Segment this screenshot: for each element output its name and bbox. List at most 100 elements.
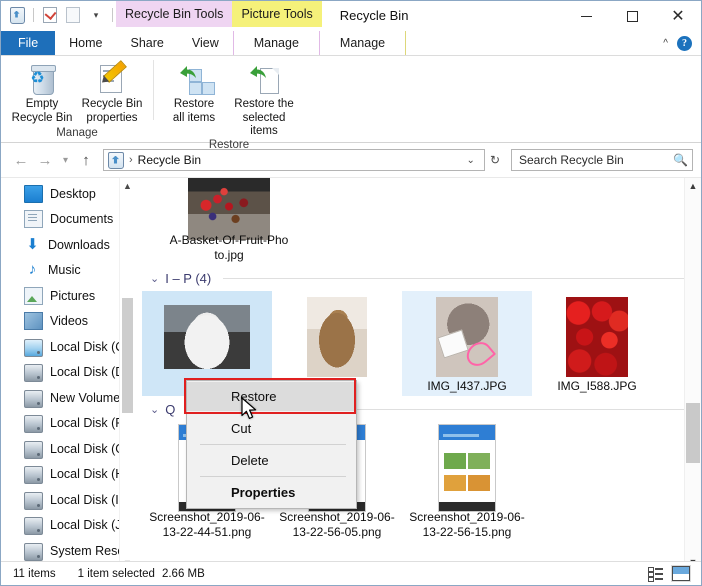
context-menu-item-cut[interactable]: Cut bbox=[187, 414, 356, 443]
drive-icon bbox=[24, 491, 43, 510]
recycle-bin-icon: ♻ bbox=[29, 62, 56, 96]
minimize-button[interactable] bbox=[563, 1, 609, 31]
scrollbar-thumb[interactable] bbox=[122, 298, 133, 413]
ribbon-group-manage: ♻ Empty Recycle Bin Recycle Bin properti… bbox=[1, 56, 153, 142]
sidebar-item-local-disk-f[interactable]: Local Disk (F:) bbox=[1, 411, 135, 437]
sidebar-item-local-disk-c[interactable]: Local Disk (C:) bbox=[1, 334, 135, 360]
sidebar-item-videos[interactable]: Videos bbox=[1, 309, 135, 335]
drive-icon bbox=[24, 466, 43, 485]
sidebar-item-downloads[interactable]: ⬇ Downloads bbox=[1, 232, 135, 258]
details-view-button[interactable] bbox=[645, 565, 665, 582]
file-name: IMG_I437.JPG bbox=[427, 379, 507, 393]
ribbon-group-title: Manage bbox=[56, 127, 98, 139]
file-list-view[interactable]: A-Basket-Of-Fruit-Photo.jpg ⌄ I – P (4) bbox=[136, 178, 701, 570]
scroll-up-icon[interactable]: ▲ bbox=[685, 178, 701, 194]
restore-selected-items-button[interactable]: Restore the selected items bbox=[229, 60, 299, 139]
sidebar-item-local-disk-g[interactable]: Local Disk (G:) bbox=[1, 436, 135, 462]
chevron-down-icon[interactable]: ⌄ bbox=[150, 403, 159, 416]
tab-manage-picture[interactable]: Manage bbox=[319, 31, 407, 55]
sidebar-item-local-disk-i[interactable]: Local Disk (I:) bbox=[1, 487, 135, 513]
sidebar-item-desktop[interactable]: Desktop bbox=[1, 181, 135, 207]
chevron-down-icon[interactable]: ▾ bbox=[86, 5, 106, 25]
refresh-icon[interactable]: ↻ bbox=[485, 153, 505, 167]
recycle-bin-icon[interactable] bbox=[7, 5, 27, 25]
ribbon-tab-strip: File Home Share View Manage Manage ^ ? bbox=[1, 31, 701, 56]
breadcrumb-current[interactable]: Recycle Bin bbox=[138, 153, 460, 167]
address-bar: ← → ▾ ↑ › Recycle Bin ⌄ ↻ Search Recycle… bbox=[1, 143, 701, 178]
tab-file[interactable]: File bbox=[1, 31, 56, 55]
restore-all-items-button[interactable]: Restore all items bbox=[159, 60, 229, 125]
up-button[interactable]: ↑ bbox=[74, 148, 98, 172]
downloads-icon: ⬇ bbox=[26, 235, 39, 253]
image-thumbnail-strawberries bbox=[566, 297, 628, 377]
tab-home[interactable]: Home bbox=[55, 31, 116, 55]
group-header-label: Q bbox=[165, 401, 176, 417]
thumbnails-view-button[interactable] bbox=[671, 565, 691, 582]
group-header-i-p[interactable]: ⌄ I – P (4) bbox=[136, 265, 701, 291]
mouse-cursor bbox=[241, 397, 258, 424]
properties-icon[interactable] bbox=[40, 5, 60, 25]
button-label-line1: Restore bbox=[173, 98, 215, 110]
context-menu[interactable]: Restore Cut Delete Properties bbox=[186, 380, 357, 509]
list-item[interactable]: Screenshot_2019-06-13-22-56-15.png bbox=[402, 422, 532, 542]
sidebar-item-pictures[interactable]: Pictures bbox=[1, 283, 135, 309]
context-menu-item-restore[interactable]: Restore bbox=[187, 382, 356, 411]
recent-locations-button[interactable]: ▾ bbox=[57, 148, 74, 172]
drive-icon bbox=[24, 542, 43, 561]
context-menu-item-delete[interactable]: Delete bbox=[187, 446, 356, 475]
properties-icon bbox=[98, 60, 127, 96]
sidebar-item-label: Downloads bbox=[48, 237, 110, 252]
sidebar-item-music[interactable]: ♪ Music bbox=[1, 258, 135, 284]
restore-all-icon bbox=[178, 62, 215, 96]
forward-button[interactable]: → bbox=[33, 148, 57, 172]
maximize-button[interactable] bbox=[609, 1, 655, 31]
list-item[interactable]: IMG_I588.JPG bbox=[532, 291, 662, 396]
close-button[interactable]: ✕ bbox=[655, 1, 701, 31]
sidebar-item-local-disk-d[interactable]: Local Disk (D:) bbox=[1, 360, 135, 386]
main-body: Desktop Documents ⬇ Downloads ♪ Music Pict… bbox=[1, 178, 701, 570]
sidebar-item-documents[interactable]: Documents bbox=[1, 207, 135, 233]
drive-icon bbox=[24, 415, 43, 434]
ribbon-right-controls: ^ ? bbox=[663, 31, 701, 55]
drive-icon bbox=[24, 389, 43, 408]
collapse-ribbon-icon[interactable]: ^ bbox=[663, 38, 668, 49]
tab-share[interactable]: Share bbox=[117, 31, 178, 55]
empty-recycle-bin-button[interactable]: ♻ Empty Recycle Bin bbox=[7, 60, 77, 125]
file-name: Screenshot_2019-06-13-22-56-15.png bbox=[409, 510, 525, 539]
quick-access-toolbar: ▾ bbox=[1, 1, 116, 29]
tab-manage-recycle-bin[interactable]: Manage bbox=[232, 31, 320, 55]
sidebar-item-local-disk-h[interactable]: Local Disk (H:) bbox=[1, 462, 135, 488]
page-icon[interactable] bbox=[63, 5, 83, 25]
chevron-down-icon[interactable]: ⌄ bbox=[150, 272, 159, 285]
contextual-tab-recycle-bin-tools: Recycle Bin Tools bbox=[116, 1, 233, 27]
file-name: IMG_I588.JPG bbox=[557, 379, 637, 393]
navigation-pane: Desktop Documents ⬇ Downloads ♪ Music Pict… bbox=[1, 178, 136, 570]
search-input[interactable]: Search Recycle Bin 🔍 bbox=[511, 149, 693, 171]
navigation-scrollbar[interactable]: ▲ ▼ bbox=[119, 178, 135, 570]
help-icon[interactable]: ? bbox=[677, 35, 692, 51]
button-label-line2: Recycle Bin bbox=[11, 111, 73, 124]
scroll-up-icon[interactable]: ▲ bbox=[120, 178, 135, 193]
back-button[interactable]: ← bbox=[9, 148, 33, 172]
title-bar: ▾ Recycle Bin Tools Picture Tools Recycl… bbox=[1, 1, 701, 31]
scrollbar-thumb[interactable] bbox=[686, 403, 700, 463]
tab-view[interactable]: View bbox=[178, 31, 233, 55]
content-scrollbar[interactable]: ▲ ▼ bbox=[684, 178, 701, 570]
divider bbox=[112, 8, 113, 22]
list-item[interactable]: A-Basket-Of-Fruit-Photo.jpg bbox=[164, 178, 294, 265]
list-item[interactable]: IMG_I437.JPG bbox=[402, 291, 532, 396]
sidebar-item-local-disk-j[interactable]: Local Disk (J:) bbox=[1, 513, 135, 539]
recycle-bin-properties-button[interactable]: Recycle Bin properties bbox=[77, 60, 147, 125]
status-selected-size: 2.66 MB bbox=[161, 567, 205, 580]
drive-icon bbox=[24, 440, 43, 459]
sidebar-item-new-volume-e[interactable]: New Volume (E:) bbox=[1, 385, 135, 411]
button-label-line2: selected items bbox=[242, 111, 286, 138]
context-menu-item-properties[interactable]: Properties bbox=[187, 478, 356, 507]
chevron-down-icon[interactable]: ⌄ bbox=[460, 155, 482, 166]
sidebar-item-label: Videos bbox=[50, 314, 88, 329]
window-title: Recycle Bin bbox=[339, 8, 409, 23]
sidebar-item-label: Local Disk (J:) bbox=[50, 518, 130, 533]
explorer-window: ▾ Recycle Bin Tools Picture Tools Recycl… bbox=[0, 0, 702, 586]
pictures-icon bbox=[24, 286, 43, 305]
sidebar-item-system-reserved[interactable]: System Reserved bbox=[1, 538, 135, 564]
